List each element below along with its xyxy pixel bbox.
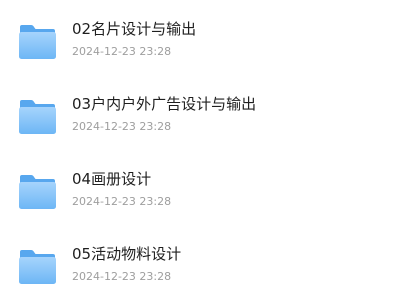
- folder-item[interactable]: 05活动物料设计 2024-12-23 23:28: [0, 237, 400, 297]
- folder-date: 2024-12-23 23:28: [72, 270, 172, 283]
- folder-icon: [18, 249, 57, 285]
- folder-date: 2024-12-23 23:28: [72, 195, 172, 208]
- folder-name: 04画册设计: [72, 170, 152, 188]
- folder-date: 2024-12-23 23:28: [72, 45, 172, 58]
- folder-item[interactable]: 02名片设计与输出 2024-12-23 23:28: [0, 12, 400, 72]
- folder-item[interactable]: 03户内户外广告设计与输出 2024-12-23 23:28: [0, 87, 400, 147]
- folder-icon: [18, 174, 57, 210]
- folder-icon: [18, 99, 57, 135]
- folder-name: 05活动物料设计: [72, 245, 182, 263]
- folder-date: 2024-12-23 23:28: [72, 120, 172, 133]
- folder-name: 03户内户外广告设计与输出: [72, 95, 257, 113]
- folder-item[interactable]: 04画册设计 2024-12-23 23:28: [0, 162, 400, 222]
- folder-name: 02名片设计与输出: [72, 20, 197, 38]
- folder-icon: [18, 24, 57, 60]
- file-list: 02名片设计与输出 2024-12-23 23:28 03户内户外广告设计与输出…: [0, 0, 400, 299]
